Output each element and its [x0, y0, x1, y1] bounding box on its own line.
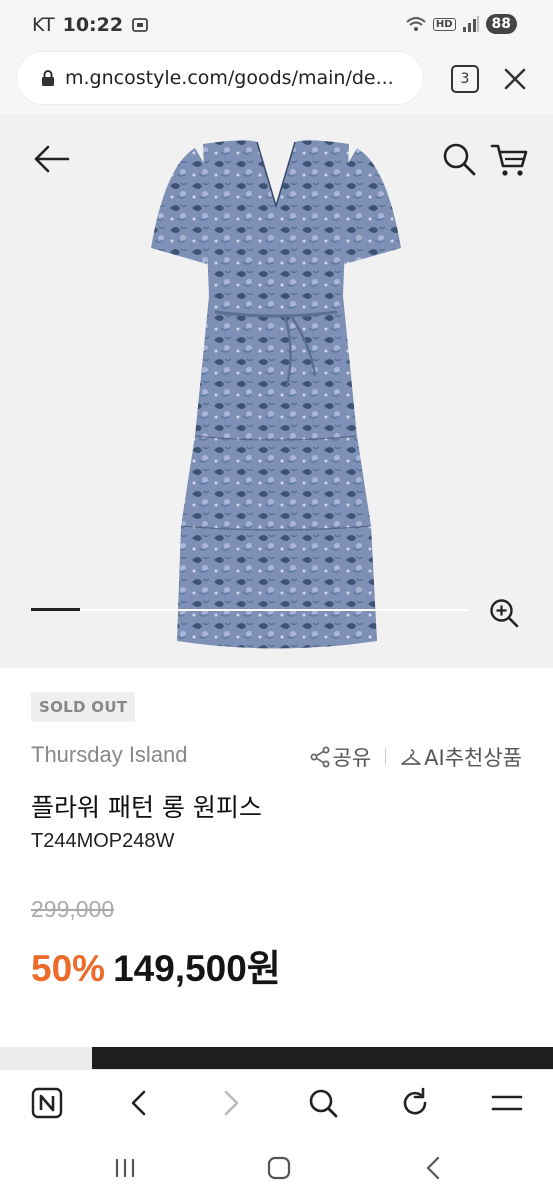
browser-forward-icon[interactable] — [214, 1086, 248, 1120]
close-icon[interactable] — [500, 64, 530, 94]
battery-indicator: 88 — [485, 14, 517, 34]
lock-icon — [42, 70, 54, 86]
ai-recommend-button[interactable]: AI추천상품 — [400, 742, 522, 772]
status-left: KT 10:22 — [32, 14, 149, 36]
product-title: 플라워 패턴 롱 원피스 — [31, 793, 262, 822]
status-badge: SOLD OUT — [31, 692, 136, 722]
ai-recommend-label: AI추천상품 — [424, 746, 522, 770]
carrier-label: KT — [32, 14, 55, 36]
recent-apps-icon[interactable] — [110, 1153, 140, 1183]
reload-icon[interactable] — [398, 1086, 432, 1120]
product-actions: 공유 AI추천상품 — [309, 742, 522, 772]
tab-strip-light — [0, 1047, 92, 1069]
address-bar[interactable]: m.gncostyle.com/goods/main/de... — [17, 52, 423, 104]
share-icon — [310, 746, 329, 768]
detail-tab-strip — [0, 1047, 553, 1069]
screenshot-icon — [132, 18, 148, 32]
system-navigation-bar — [0, 1135, 553, 1200]
product-image-gallery[interactable] — [0, 114, 553, 668]
browser-toolbar — [0, 1069, 553, 1135]
share-label: 공유 — [332, 746, 372, 770]
naver-home-icon[interactable] — [30, 1086, 64, 1120]
back-arrow-icon[interactable] — [32, 144, 72, 174]
system-back-icon[interactable] — [419, 1153, 449, 1183]
clock: 10:22 — [62, 14, 124, 36]
signal-icon — [462, 16, 479, 32]
status-right: HD 88 — [405, 14, 517, 34]
gallery-progress-indicator — [31, 608, 80, 611]
actions-divider — [385, 749, 387, 765]
browser-search-icon[interactable] — [306, 1086, 340, 1120]
tab-switcher-button[interactable]: 3 — [451, 65, 479, 93]
brand-name[interactable]: Thursday Island — [31, 742, 188, 768]
sale-price: 149,500원 — [113, 948, 281, 989]
url-text: m.gncostyle.com/goods/main/de... — [65, 67, 394, 89]
home-icon[interactable] — [264, 1153, 294, 1183]
product-image — [151, 140, 401, 649]
gallery-progress-track — [31, 609, 468, 611]
discount-rate: 50% — [31, 948, 106, 989]
browser-back-icon[interactable] — [122, 1086, 156, 1120]
hd-indicator: HD — [432, 17, 456, 31]
share-button[interactable]: 공유 — [309, 742, 372, 772]
product-code: T244MOP248W — [31, 830, 175, 852]
price-row: 50% 149,500원 — [31, 938, 281, 992]
hanger-icon — [401, 749, 422, 765]
cart-icon[interactable] — [490, 142, 528, 178]
original-price: 299,000 — [31, 896, 115, 922]
zoom-in-icon[interactable] — [489, 598, 519, 628]
tab-strip-dark — [92, 1047, 553, 1069]
menu-icon[interactable] — [490, 1086, 524, 1120]
browser-address-row: m.gncostyle.com/goods/main/de... 3 — [0, 52, 553, 114]
wifi-icon — [406, 17, 426, 31]
search-icon[interactable] — [442, 142, 476, 176]
status-bar: KT 10:22 HD 88 — [0, 0, 553, 52]
